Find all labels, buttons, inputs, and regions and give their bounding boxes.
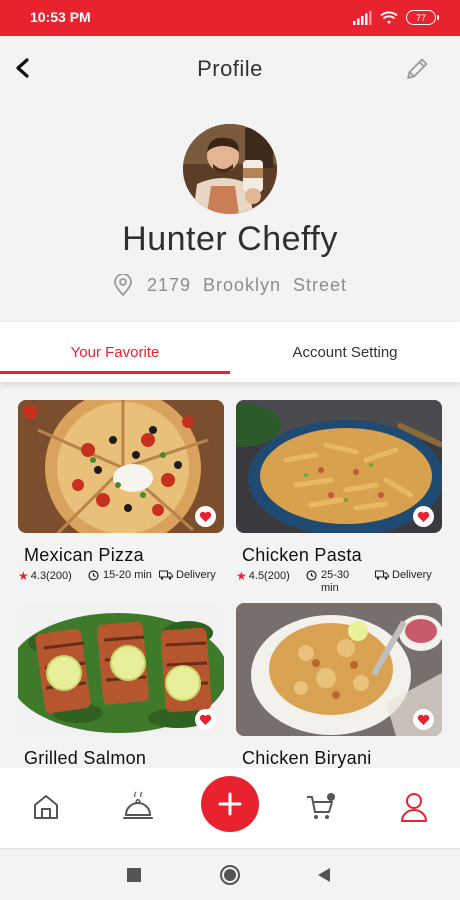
food-name: Grilled Salmon xyxy=(24,748,147,768)
food-photo xyxy=(236,603,442,736)
system-nav-bar xyxy=(0,848,460,900)
tab-account-setting[interactable]: Account Setting xyxy=(230,322,460,382)
status-bar: 10:53 PM 77 xyxy=(0,0,460,36)
tab-your-favorite[interactable]: Your Favorite xyxy=(0,322,230,382)
address-text: 2179 Brooklyn Street xyxy=(146,274,348,295)
profile-icon xyxy=(401,793,427,822)
cart-icon xyxy=(307,793,335,819)
circle-icon xyxy=(220,865,240,885)
wifi-icon xyxy=(380,11,398,24)
delivery: Delivery xyxy=(159,569,216,581)
profile-screen: 10:53 PM 77 Profile Hunter Cheffy 2179 B… xyxy=(0,0,460,900)
heart-icon xyxy=(199,511,212,522)
header: Profile xyxy=(0,36,460,102)
rating: ★ 4.3(200) xyxy=(18,569,72,583)
star-icon: ★ xyxy=(18,569,29,583)
pencil-icon xyxy=(407,58,428,79)
rating-text: 4.3(200) xyxy=(30,570,72,582)
delivery: Delivery xyxy=(375,569,432,581)
edit-profile-button[interactable] xyxy=(402,54,432,84)
prep-time: 15-20 min xyxy=(88,569,152,581)
rating-text: 4.5(200) xyxy=(248,570,290,582)
clock-icon xyxy=(306,570,317,581)
favorite-card[interactable]: Chicken Biryani xyxy=(236,603,442,768)
nav-home[interactable] xyxy=(29,790,63,824)
nav-menu[interactable] xyxy=(121,790,155,824)
cloche-icon xyxy=(123,791,153,819)
favorites-grid: Mexican Pizza ★ 4.3(200) 15-20 min Deliv… xyxy=(18,400,442,768)
time-text: 15-20 min xyxy=(103,569,152,581)
food-name: Chicken Pasta xyxy=(242,545,362,565)
nav-profile[interactable] xyxy=(397,790,431,824)
triangle-back-icon xyxy=(318,868,330,882)
rating: ★ 4.5(200) xyxy=(236,569,290,583)
home-system-button[interactable] xyxy=(218,863,242,887)
delivery-text: Delivery xyxy=(392,569,432,581)
signal-icon xyxy=(353,10,372,25)
star-icon: ★ xyxy=(236,569,247,583)
favorite-heart-button[interactable] xyxy=(195,709,216,730)
time-text: 25-30 min xyxy=(321,569,350,594)
heart-icon xyxy=(417,714,430,725)
add-icon xyxy=(218,792,242,816)
truck-icon xyxy=(375,570,389,580)
recent-apps-button[interactable] xyxy=(122,863,146,887)
food-meta: ★ 4.5(200) 25-30 min Delivery xyxy=(236,569,442,597)
nav-cart[interactable] xyxy=(303,790,337,824)
square-icon xyxy=(127,868,141,882)
back-system-button[interactable] xyxy=(312,863,336,887)
prep-time: 25-30 min xyxy=(306,569,357,595)
add-button[interactable] xyxy=(201,776,259,832)
favorite-heart-button[interactable] xyxy=(413,506,434,527)
favorite-card[interactable]: Mexican Pizza ★ 4.3(200) 15-20 min Deliv… xyxy=(18,400,224,597)
heart-icon xyxy=(199,714,212,725)
heart-icon xyxy=(417,511,430,522)
favorite-card[interactable]: Grilled Salmon xyxy=(18,603,224,768)
avatar xyxy=(183,124,277,214)
clock-icon xyxy=(88,570,99,581)
food-photo xyxy=(18,400,224,533)
battery-icon: 77 xyxy=(406,10,439,25)
delivery-text: Delivery xyxy=(176,569,216,581)
food-name: Mexican Pizza xyxy=(24,545,144,565)
status-time: 10:53 PM xyxy=(30,9,91,25)
battery-level: 77 xyxy=(415,12,426,23)
address-row: 2179 Brooklyn Street xyxy=(0,274,460,296)
location-pin-icon xyxy=(114,274,132,296)
user-name: Hunter Cheffy xyxy=(122,220,338,258)
status-icons: 77 xyxy=(352,10,439,25)
truck-icon xyxy=(159,570,173,580)
favorite-heart-button[interactable] xyxy=(413,709,434,730)
food-meta: ★ 4.3(200) 15-20 min Delivery xyxy=(18,569,224,597)
bottom-nav xyxy=(0,768,460,848)
food-photo xyxy=(18,603,224,736)
food-photo xyxy=(236,400,442,533)
profile-tabs: Your Favorite Account Setting xyxy=(0,322,460,382)
home-icon xyxy=(34,795,58,819)
favorite-card[interactable]: Chicken Pasta ★ 4.5(200) 25-30 min Deliv… xyxy=(236,400,442,597)
favorite-heart-button[interactable] xyxy=(195,506,216,527)
food-name: Chicken Biryani xyxy=(242,748,372,768)
page-title: Profile xyxy=(197,56,263,81)
